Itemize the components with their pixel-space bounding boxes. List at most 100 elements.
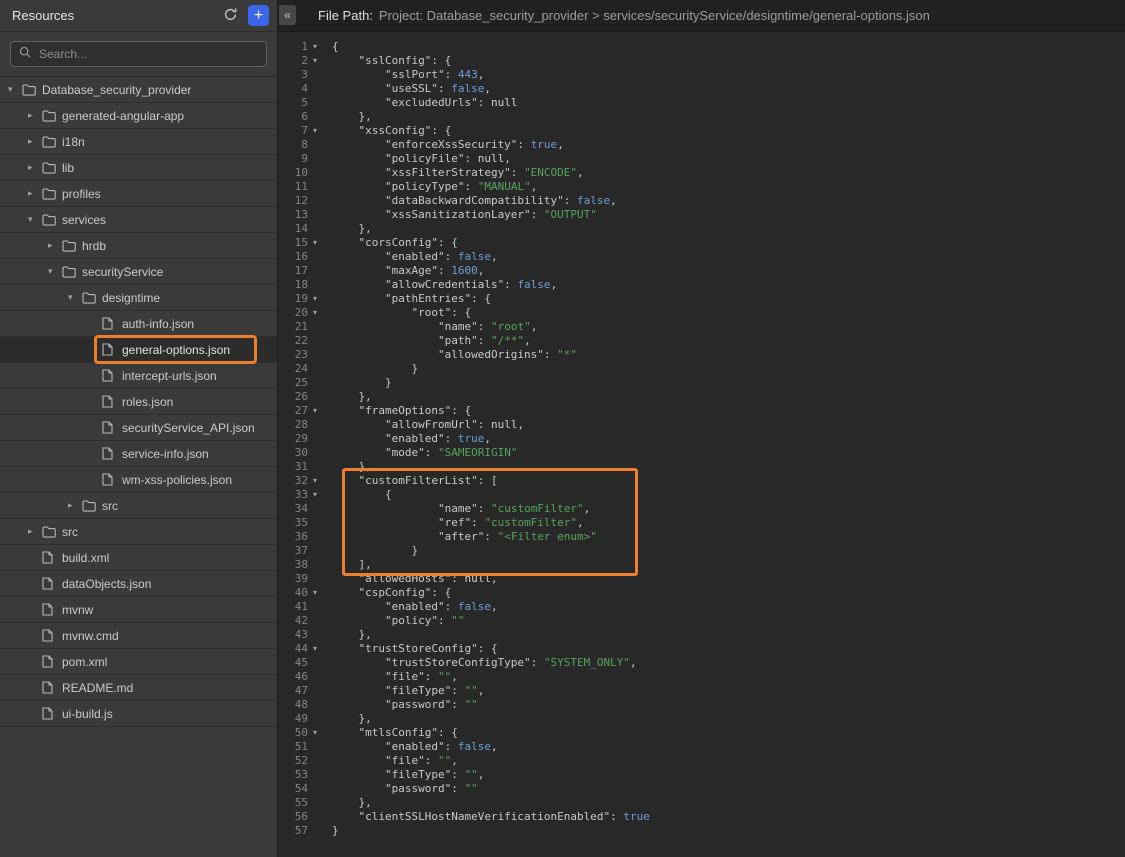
code-line-42[interactable]: 42 "policy": "" — [278, 614, 1125, 628]
code-line-8[interactable]: 8 "enforceXssSecurity": true, — [278, 138, 1125, 152]
chevron-right-icon[interactable]: ▸ — [48, 240, 62, 251]
tree-item-securityService_API.json[interactable]: securityService_API.json — [0, 415, 277, 441]
code-line-55[interactable]: 55 }, — [278, 796, 1125, 810]
tree-item-README.md[interactable]: README.md — [0, 675, 277, 701]
code-line-39[interactable]: 39 "allowedHosts": null, — [278, 572, 1125, 586]
tree-item-generated-angular-app[interactable]: ▸generated-angular-app — [0, 103, 277, 129]
code-line-22[interactable]: 22 "path": "/**", — [278, 334, 1125, 348]
code-line-34[interactable]: 34 "name": "customFilter", — [278, 502, 1125, 516]
collapse-sidebar-button[interactable]: « — [279, 5, 296, 25]
code-line-54[interactable]: 54 "password": "" — [278, 782, 1125, 796]
code-area[interactable]: 1▾{2▾ "sslConfig": {3 "sslPort": 443,4 "… — [278, 32, 1125, 857]
tree-item-securityService[interactable]: ▾securityService — [0, 259, 277, 285]
code-line-10[interactable]: 10 "xssFilterStrategy": "ENCODE", — [278, 166, 1125, 180]
code-line-46[interactable]: 46 "file": "", — [278, 670, 1125, 684]
code-line-40[interactable]: 40▾ "cspConfig": { — [278, 586, 1125, 600]
chevron-down-icon[interactable]: ▾ — [48, 266, 62, 277]
tree-item-mvnw.cmd[interactable]: mvnw.cmd — [0, 623, 277, 649]
chevron-right-icon[interactable]: ▸ — [28, 136, 42, 147]
tree-item-mvnw[interactable]: mvnw — [0, 597, 277, 623]
fold-toggle-icon[interactable]: ▾ — [308, 306, 322, 320]
code-line-33[interactable]: 33▾ { — [278, 488, 1125, 502]
code-line-16[interactable]: 16 "enabled": false, — [278, 250, 1125, 264]
code-line-5[interactable]: 5 "excludedUrls": null — [278, 96, 1125, 110]
code-line-30[interactable]: 30 "mode": "SAMEORIGIN" — [278, 446, 1125, 460]
fold-toggle-icon[interactable]: ▾ — [308, 40, 322, 54]
tree-item-roles.json[interactable]: roles.json — [0, 389, 277, 415]
fold-toggle-icon[interactable]: ▾ — [308, 236, 322, 250]
chevron-right-icon[interactable]: ▸ — [28, 526, 42, 537]
add-resource-button[interactable]: + — [248, 5, 269, 26]
code-line-11[interactable]: 11 "policyType": "MANUAL", — [278, 180, 1125, 194]
chevron-right-icon[interactable]: ▸ — [68, 500, 82, 511]
code-line-48[interactable]: 48 "password": "" — [278, 698, 1125, 712]
tree-item-ui-build.js[interactable]: ui-build.js — [0, 701, 277, 727]
tree-item-src[interactable]: ▸src — [0, 493, 277, 519]
code-line-25[interactable]: 25 } — [278, 376, 1125, 390]
tree-item-hrdb[interactable]: ▸hrdb — [0, 233, 277, 259]
code-line-6[interactable]: 6 }, — [278, 110, 1125, 124]
tree-item-build.xml[interactable]: build.xml — [0, 545, 277, 571]
code-line-57[interactable]: 57} — [278, 824, 1125, 838]
search-input[interactable] — [37, 46, 258, 62]
code-line-20[interactable]: 20▾ "root": { — [278, 306, 1125, 320]
code-line-52[interactable]: 52 "file": "", — [278, 754, 1125, 768]
code-line-50[interactable]: 50▾ "mtlsConfig": { — [278, 726, 1125, 740]
code-line-28[interactable]: 28 "allowFromUrl": null, — [278, 418, 1125, 432]
fold-toggle-icon[interactable]: ▾ — [308, 488, 322, 502]
code-line-4[interactable]: 4 "useSSL": false, — [278, 82, 1125, 96]
code-line-24[interactable]: 24 } — [278, 362, 1125, 376]
fold-toggle-icon[interactable]: ▾ — [308, 726, 322, 740]
code-line-37[interactable]: 37 } — [278, 544, 1125, 558]
tree-item-profiles[interactable]: ▸profiles — [0, 181, 277, 207]
code-line-13[interactable]: 13 "xssSanitizationLayer": "OUTPUT" — [278, 208, 1125, 222]
tree-item-auth-info.json[interactable]: auth-info.json — [0, 311, 277, 337]
code-line-53[interactable]: 53 "fileType": "", — [278, 768, 1125, 782]
tree-item-lib[interactable]: ▸lib — [0, 155, 277, 181]
chevron-right-icon[interactable]: ▸ — [28, 110, 42, 121]
chevron-down-icon[interactable]: ▾ — [28, 214, 42, 225]
chevron-down-icon[interactable]: ▾ — [68, 292, 82, 303]
code-line-35[interactable]: 35 "ref": "customFilter", — [278, 516, 1125, 530]
search-box[interactable] — [10, 41, 267, 67]
tree-item-i18n[interactable]: ▸i18n — [0, 129, 277, 155]
code-line-18[interactable]: 18 "allowCredentials": false, — [278, 278, 1125, 292]
code-line-41[interactable]: 41 "enabled": false, — [278, 600, 1125, 614]
tree-item-src[interactable]: ▸src — [0, 519, 277, 545]
tree-item-designtime[interactable]: ▾designtime — [0, 285, 277, 311]
code-line-47[interactable]: 47 "fileType": "", — [278, 684, 1125, 698]
chevron-right-icon[interactable]: ▸ — [28, 162, 42, 173]
code-line-43[interactable]: 43 }, — [278, 628, 1125, 642]
code-line-56[interactable]: 56 "clientSSLHostNameVerificationEnabled… — [278, 810, 1125, 824]
fold-toggle-icon[interactable]: ▾ — [308, 292, 322, 306]
fold-toggle-icon[interactable]: ▾ — [308, 54, 322, 68]
fold-toggle-icon[interactable]: ▾ — [308, 474, 322, 488]
refresh-button[interactable] — [223, 7, 238, 25]
tree-item-intercept-urls.json[interactable]: intercept-urls.json — [0, 363, 277, 389]
code-line-32[interactable]: 32▾ "customFilterList": [ — [278, 474, 1125, 488]
code-line-1[interactable]: 1▾{ — [278, 40, 1125, 54]
code-line-44[interactable]: 44▾ "trustStoreConfig": { — [278, 642, 1125, 656]
code-line-45[interactable]: 45 "trustStoreConfigType": "SYSTEM_ONLY"… — [278, 656, 1125, 670]
fold-toggle-icon[interactable]: ▾ — [308, 124, 322, 138]
code-line-36[interactable]: 36 "after": "<Filter enum>" — [278, 530, 1125, 544]
fold-toggle-icon[interactable]: ▾ — [308, 642, 322, 656]
tree-item-general-options.json[interactable]: general-options.json — [0, 337, 277, 363]
tree-item-service-info.json[interactable]: service-info.json — [0, 441, 277, 467]
tree-item-pom.xml[interactable]: pom.xml — [0, 649, 277, 675]
code-line-15[interactable]: 15▾ "corsConfig": { — [278, 236, 1125, 250]
tree-item-services[interactable]: ▾services — [0, 207, 277, 233]
code-line-9[interactable]: 9 "policyFile": null, — [278, 152, 1125, 166]
code-line-7[interactable]: 7▾ "xssConfig": { — [278, 124, 1125, 138]
tree-item-dataObjects.json[interactable]: dataObjects.json — [0, 571, 277, 597]
code-line-51[interactable]: 51 "enabled": false, — [278, 740, 1125, 754]
chevron-down-icon[interactable]: ▾ — [8, 84, 22, 95]
code-line-3[interactable]: 3 "sslPort": 443, — [278, 68, 1125, 82]
tree-item-Database_security_provider[interactable]: ▾Database_security_provider — [0, 77, 277, 103]
code-line-23[interactable]: 23 "allowedOrigins": "*" — [278, 348, 1125, 362]
code-line-26[interactable]: 26 }, — [278, 390, 1125, 404]
chevron-right-icon[interactable]: ▸ — [28, 188, 42, 199]
code-line-38[interactable]: 38 ], — [278, 558, 1125, 572]
code-line-49[interactable]: 49 }, — [278, 712, 1125, 726]
fold-toggle-icon[interactable]: ▾ — [308, 586, 322, 600]
